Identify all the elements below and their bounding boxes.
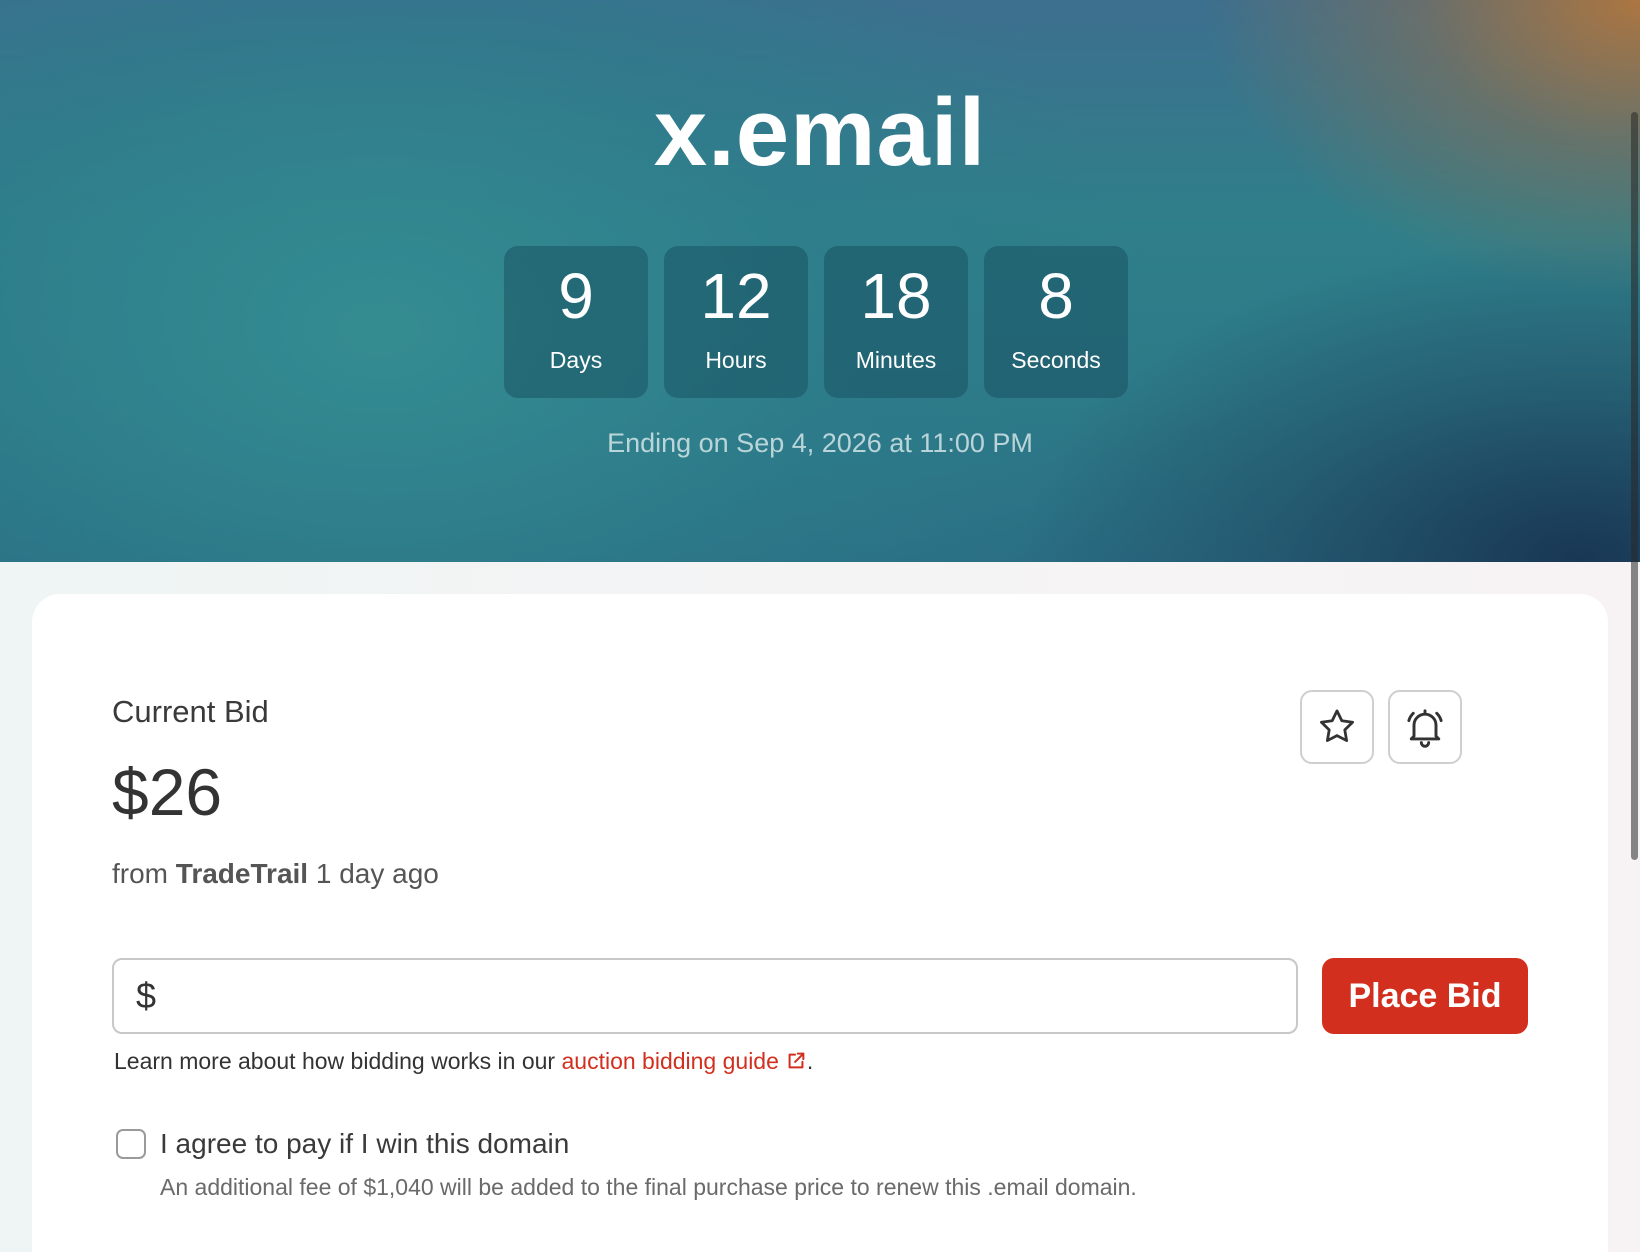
watch-button[interactable] xyxy=(1300,690,1374,764)
place-bid-button[interactable]: Place Bid xyxy=(1322,958,1528,1034)
countdown-value: 9 xyxy=(558,260,594,332)
bid-time-ago: 1 day ago xyxy=(315,858,439,889)
page-scrollbar[interactable] xyxy=(1631,112,1638,860)
auction-bidding-guide-link[interactable]: auction bidding guide xyxy=(561,1048,806,1074)
guide-link-text: auction bidding guide xyxy=(561,1048,779,1074)
auction-page: x.email 9 Days 12 Hours 18 Minutes 8 Sec… xyxy=(0,0,1640,1252)
learn-more-suffix: . xyxy=(806,1048,814,1074)
countdown-seconds: 8 Seconds xyxy=(984,246,1128,398)
current-bid-label: Current Bid xyxy=(112,694,269,729)
bid-amount-input[interactable] xyxy=(164,965,1296,1027)
countdown-minutes: 18 Minutes xyxy=(824,246,968,398)
external-link-icon xyxy=(788,1052,805,1069)
bidder-name: TradeTrail xyxy=(175,858,309,889)
countdown-label: Hours xyxy=(705,347,767,373)
countdown-value: 8 xyxy=(1038,260,1074,332)
bid-card: Current Bid $26 from TradeTrail 1 day ag… xyxy=(32,594,1608,1252)
agree-label[interactable]: I agree to pay if I win this domain xyxy=(160,1128,569,1160)
countdown-label: Minutes xyxy=(855,347,937,373)
countdown-label: Seconds xyxy=(1011,347,1101,373)
hero-banner: x.email 9 Days 12 Hours 18 Minutes 8 Sec… xyxy=(0,0,1640,562)
from-prefix: from xyxy=(112,858,168,889)
ending-date: Ending on Sep 4, 2026 at 11:00 PM xyxy=(607,428,1033,458)
star-icon xyxy=(1320,709,1354,742)
domain-title: x.email xyxy=(653,79,987,186)
countdown-days: 9 Days xyxy=(504,246,648,398)
bell-icon xyxy=(1407,709,1443,748)
countdown-hours: 12 Hours xyxy=(664,246,808,398)
bid-amount-field[interactable]: $ xyxy=(112,958,1298,1034)
current-bid-amount: $26 xyxy=(112,755,223,829)
countdown-value: 18 xyxy=(860,260,932,332)
alert-button[interactable] xyxy=(1388,690,1462,764)
agree-row: I agree to pay if I win this domain xyxy=(116,1128,569,1160)
currency-symbol: $ xyxy=(136,975,157,1016)
learn-more-text: Learn more about how bidding works in ou… xyxy=(114,1048,556,1074)
bid-from: from TradeTrail 1 day ago xyxy=(112,858,439,890)
countdown-value: 12 xyxy=(700,260,772,332)
agree-checkbox[interactable] xyxy=(116,1129,146,1159)
bidding-guide-note: Learn more about how bidding works in ou… xyxy=(114,1048,813,1075)
countdown-label: Days xyxy=(549,347,603,373)
countdown-timer: 9 Days 12 Hours 18 Minutes 8 Seconds xyxy=(504,246,1128,398)
renewal-fee-note: An additional fee of $1,040 will be adde… xyxy=(160,1174,1137,1200)
